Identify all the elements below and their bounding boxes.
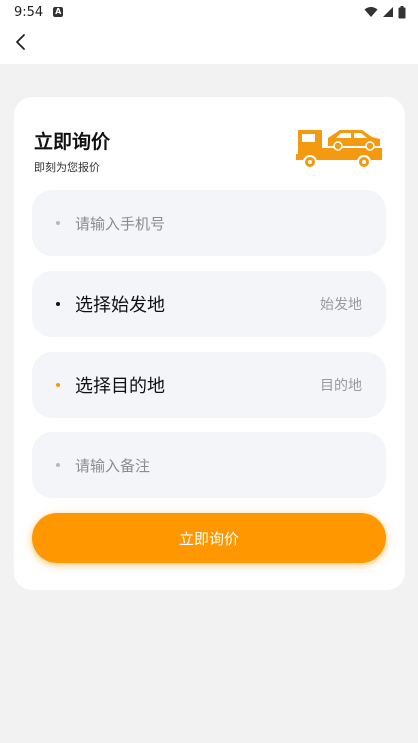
destination-value: 目的地 bbox=[320, 378, 362, 394]
origin-label: 选择始发地 bbox=[75, 295, 165, 316]
origin-selector[interactable]: 选择始发地 始发地 bbox=[32, 271, 386, 337]
card-subtitle: 即刻为您报价 bbox=[34, 161, 100, 174]
bullet-dot bbox=[56, 383, 60, 387]
destination-label: 选择目的地 bbox=[75, 376, 165, 397]
submit-inquiry-button[interactable]: 立即询价 bbox=[32, 513, 386, 563]
destination-selector[interactable]: 选择目的地 目的地 bbox=[32, 352, 386, 418]
status-time: 9:54 bbox=[14, 4, 44, 20]
remark-placeholder: 请输入备注 bbox=[75, 456, 151, 475]
wifi-icon bbox=[364, 7, 378, 17]
bullet-dot bbox=[56, 302, 60, 306]
signal-icon bbox=[383, 7, 393, 17]
top-bar bbox=[0, 24, 418, 64]
inquiry-card: 立即询价 即刻为您报价 请输入手机号 选择始发地 始发地 选择目的地 目的地 请… bbox=[14, 97, 405, 590]
battery-icon bbox=[398, 5, 406, 18]
origin-value: 始发地 bbox=[320, 297, 362, 313]
tow-truck-icon bbox=[296, 130, 382, 169]
status-bar: 9:54 A bbox=[0, 0, 418, 24]
phone-placeholder: 请输入手机号 bbox=[75, 214, 166, 233]
bullet-dot bbox=[56, 463, 60, 467]
phone-input[interactable]: 请输入手机号 bbox=[32, 190, 386, 256]
notification-badge: A bbox=[53, 7, 64, 17]
remark-input[interactable]: 请输入备注 bbox=[32, 432, 386, 498]
bullet-dot bbox=[56, 221, 60, 225]
card-title: 立即询价 bbox=[34, 131, 111, 153]
chevron-left-icon[interactable] bbox=[10, 30, 36, 56]
